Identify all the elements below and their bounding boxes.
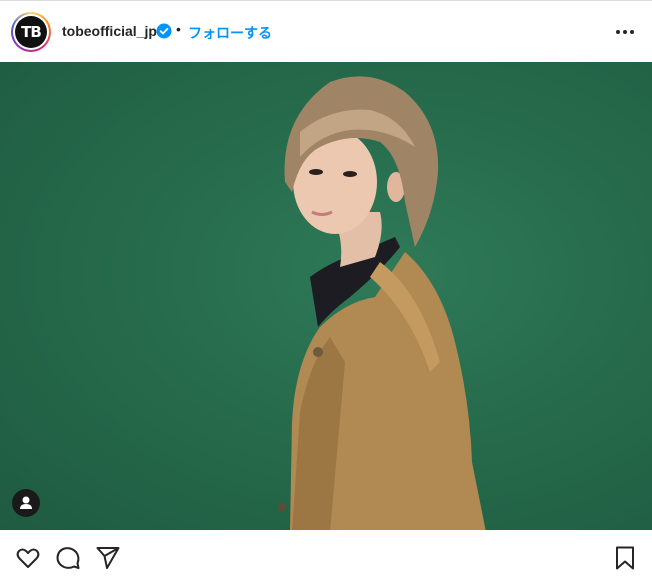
avatar-logo: TB [15,16,47,48]
avatar[interactable]: TB [11,12,51,52]
portrait-illustration [278,76,486,530]
share-icon[interactable] [94,544,122,572]
bookmark-icon[interactable] [611,544,639,572]
verified-badge-icon [156,23,172,39]
more-options-icon[interactable] [612,21,638,43]
heart-icon[interactable] [14,544,42,572]
user-tag-button[interactable] [12,489,40,517]
user-tag-icon [20,496,32,509]
follow-button[interactable]: フォローする [188,23,272,43]
post-image[interactable] [0,62,652,530]
action-bar [0,530,652,586]
post-header: TB tobeofficial_jp • フォローする [0,0,652,62]
separator-dot: • [176,21,181,37]
comment-icon[interactable] [54,544,82,572]
username-link[interactable]: tobeofficial_jp [62,23,157,39]
